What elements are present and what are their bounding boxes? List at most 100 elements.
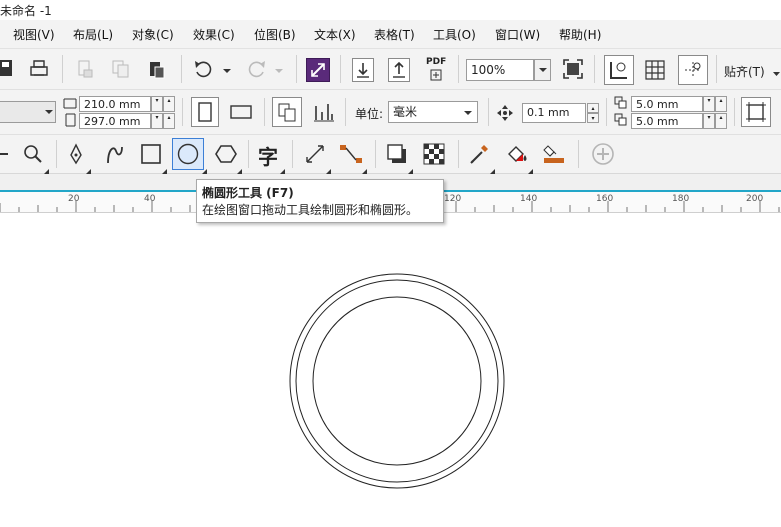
show-grid-icon[interactable] (642, 57, 668, 83)
zoom-level-input[interactable]: 100% (466, 59, 534, 81)
ruler-tick-label: 160 (596, 194, 614, 204)
dup-x-spin-up[interactable]: ▴ (715, 96, 727, 112)
artistic-media-tool-icon[interactable] (102, 141, 128, 167)
eyedropper-tool-icon[interactable] (466, 141, 492, 167)
text-tool-icon[interactable]: 字 (258, 141, 278, 170)
smart-fill-tool-icon[interactable] (540, 141, 568, 167)
page-height-spin-up[interactable]: ▴ (163, 113, 175, 129)
undo-icon[interactable] (192, 58, 216, 80)
import-icon[interactable] (352, 58, 374, 82)
menu-layout[interactable]: 布局(L) (73, 26, 113, 43)
undo-dropdown-icon[interactable] (222, 64, 232, 73)
rectangle-tool-icon[interactable] (138, 141, 164, 167)
flyout-corner-icon (326, 163, 331, 174)
drawing-canvas[interactable] (0, 213, 781, 527)
ruler-tick-label: 40 (144, 194, 156, 204)
show-guidelines-icon[interactable] (678, 55, 708, 85)
menu-text[interactable]: 文本(X) (314, 26, 356, 43)
ellipse-tool-icon[interactable] (172, 138, 204, 170)
print-icon[interactable] (28, 58, 50, 80)
page-height-icon (63, 113, 77, 127)
duplicate-distance-y-input[interactable]: 5.0 mm (631, 113, 703, 129)
publish-pdf-button[interactable]: PDF (424, 57, 450, 83)
bars-icon (314, 104, 334, 122)
page-width-spin-up[interactable]: ▴ (163, 96, 175, 112)
import-doc-icon[interactable] (74, 58, 96, 80)
transparency-tool-icon[interactable] (421, 141, 447, 167)
flyout-corner-icon (44, 163, 49, 174)
page-height-input[interactable]: 297.0 mm (79, 113, 151, 129)
crop-tool-icon[interactable] (0, 153, 8, 155)
ruler-tick-label: 180 (672, 194, 690, 204)
customize-toolbox-icon[interactable] (590, 141, 616, 167)
menu-object[interactable]: 对象(C) (132, 26, 174, 43)
flyout-corner-icon (237, 163, 242, 174)
paste-icon[interactable] (146, 58, 168, 80)
separator (56, 140, 57, 168)
flyout-corner-icon (408, 163, 413, 174)
page-width-input[interactable]: 210.0 mm (79, 96, 151, 112)
snap-to-dropdown[interactable]: 贴齐(T) (724, 63, 765, 80)
pen-tool-icon[interactable] (64, 141, 88, 167)
nudge-spin-down[interactable]: ▾ (587, 113, 599, 123)
separator (181, 55, 182, 83)
flyout-corner-icon (86, 163, 91, 174)
dup-y-spin-down[interactable]: ▾ (703, 113, 715, 129)
dimension-tool-icon[interactable] (302, 141, 328, 167)
separator (458, 140, 459, 168)
separator (578, 140, 579, 168)
snap-dropdown-icon[interactable] (772, 67, 781, 76)
zoom-dropdown-icon[interactable] (534, 59, 551, 81)
menu-bitmap[interactable]: 位图(B) (254, 26, 296, 43)
separator (375, 140, 376, 168)
dup-x-spin-down[interactable]: ▾ (703, 96, 715, 112)
chevron-down-icon (464, 111, 472, 115)
launch-app-icon[interactable] (306, 58, 330, 82)
export-icon[interactable] (388, 58, 410, 82)
pdf-icon (430, 69, 442, 81)
menu-effects[interactable]: 效果(C) (193, 26, 235, 43)
units-dropdown[interactable]: 毫米 (388, 101, 478, 123)
menu-window[interactable]: 窗口(W) (495, 26, 540, 43)
drawing-shapes (289, 273, 505, 489)
separator (248, 140, 249, 168)
menu-view[interactable]: 视图(V) (13, 26, 55, 43)
save-icon[interactable] (0, 59, 14, 77)
page-width-spin-down[interactable]: ▾ (151, 96, 163, 112)
drop-shadow-tool-icon[interactable] (384, 141, 410, 167)
menu-help[interactable]: 帮助(H) (559, 26, 601, 43)
menu-tools[interactable]: 工具(O) (433, 26, 476, 43)
nudge-distance-input[interactable]: 0.1 mm (522, 103, 586, 123)
menu-table[interactable]: 表格(T) (374, 26, 415, 43)
pages-icon (278, 103, 296, 122)
menu-bar: 视图(V) 布局(L) 对象(C) 效果(C) 位图(B) 文本(X) 表格(T… (0, 20, 781, 49)
duplicate-distance-x-input[interactable]: 5.0 mm (631, 96, 703, 112)
dup-y-spin-up[interactable]: ▴ (715, 113, 727, 129)
copy-icon[interactable] (110, 58, 132, 80)
zoom-tool-icon[interactable] (20, 141, 46, 167)
separator (606, 98, 607, 126)
toolbox: 字 (0, 135, 781, 174)
separator (345, 98, 346, 126)
current-page-button[interactable] (310, 98, 338, 126)
page-height-spin-down[interactable]: ▾ (151, 113, 163, 129)
flyout-corner-icon (202, 163, 207, 174)
flyout-corner-icon (162, 163, 167, 174)
all-pages-button[interactable] (272, 97, 302, 127)
nudge-spin-up[interactable]: ▴ (587, 103, 599, 113)
polygon-tool-icon[interactable] (213, 141, 239, 167)
page-width-icon (63, 96, 77, 110)
landscape-orientation-button[interactable] (226, 100, 256, 124)
page-size-dropdown[interactable] (0, 101, 56, 123)
redo-dropdown-icon[interactable] (274, 64, 284, 73)
show-rulers-icon[interactable] (604, 55, 634, 85)
property-bar: 210.0 mm ▾ ▴ 297.0 mm ▾ ▴ 单位: 毫米 0.1 mm … (0, 90, 781, 135)
page-border-button[interactable] (741, 97, 771, 127)
redo-icon[interactable] (244, 58, 268, 80)
connector-tool-icon[interactable] (338, 141, 364, 167)
portrait-orientation-button[interactable] (191, 97, 219, 127)
portrait-icon (198, 102, 212, 122)
interactive-fill-tool-icon[interactable] (503, 141, 531, 167)
full-screen-icon[interactable] (562, 58, 584, 80)
title-bar: 未命名 -1 (0, 0, 781, 20)
